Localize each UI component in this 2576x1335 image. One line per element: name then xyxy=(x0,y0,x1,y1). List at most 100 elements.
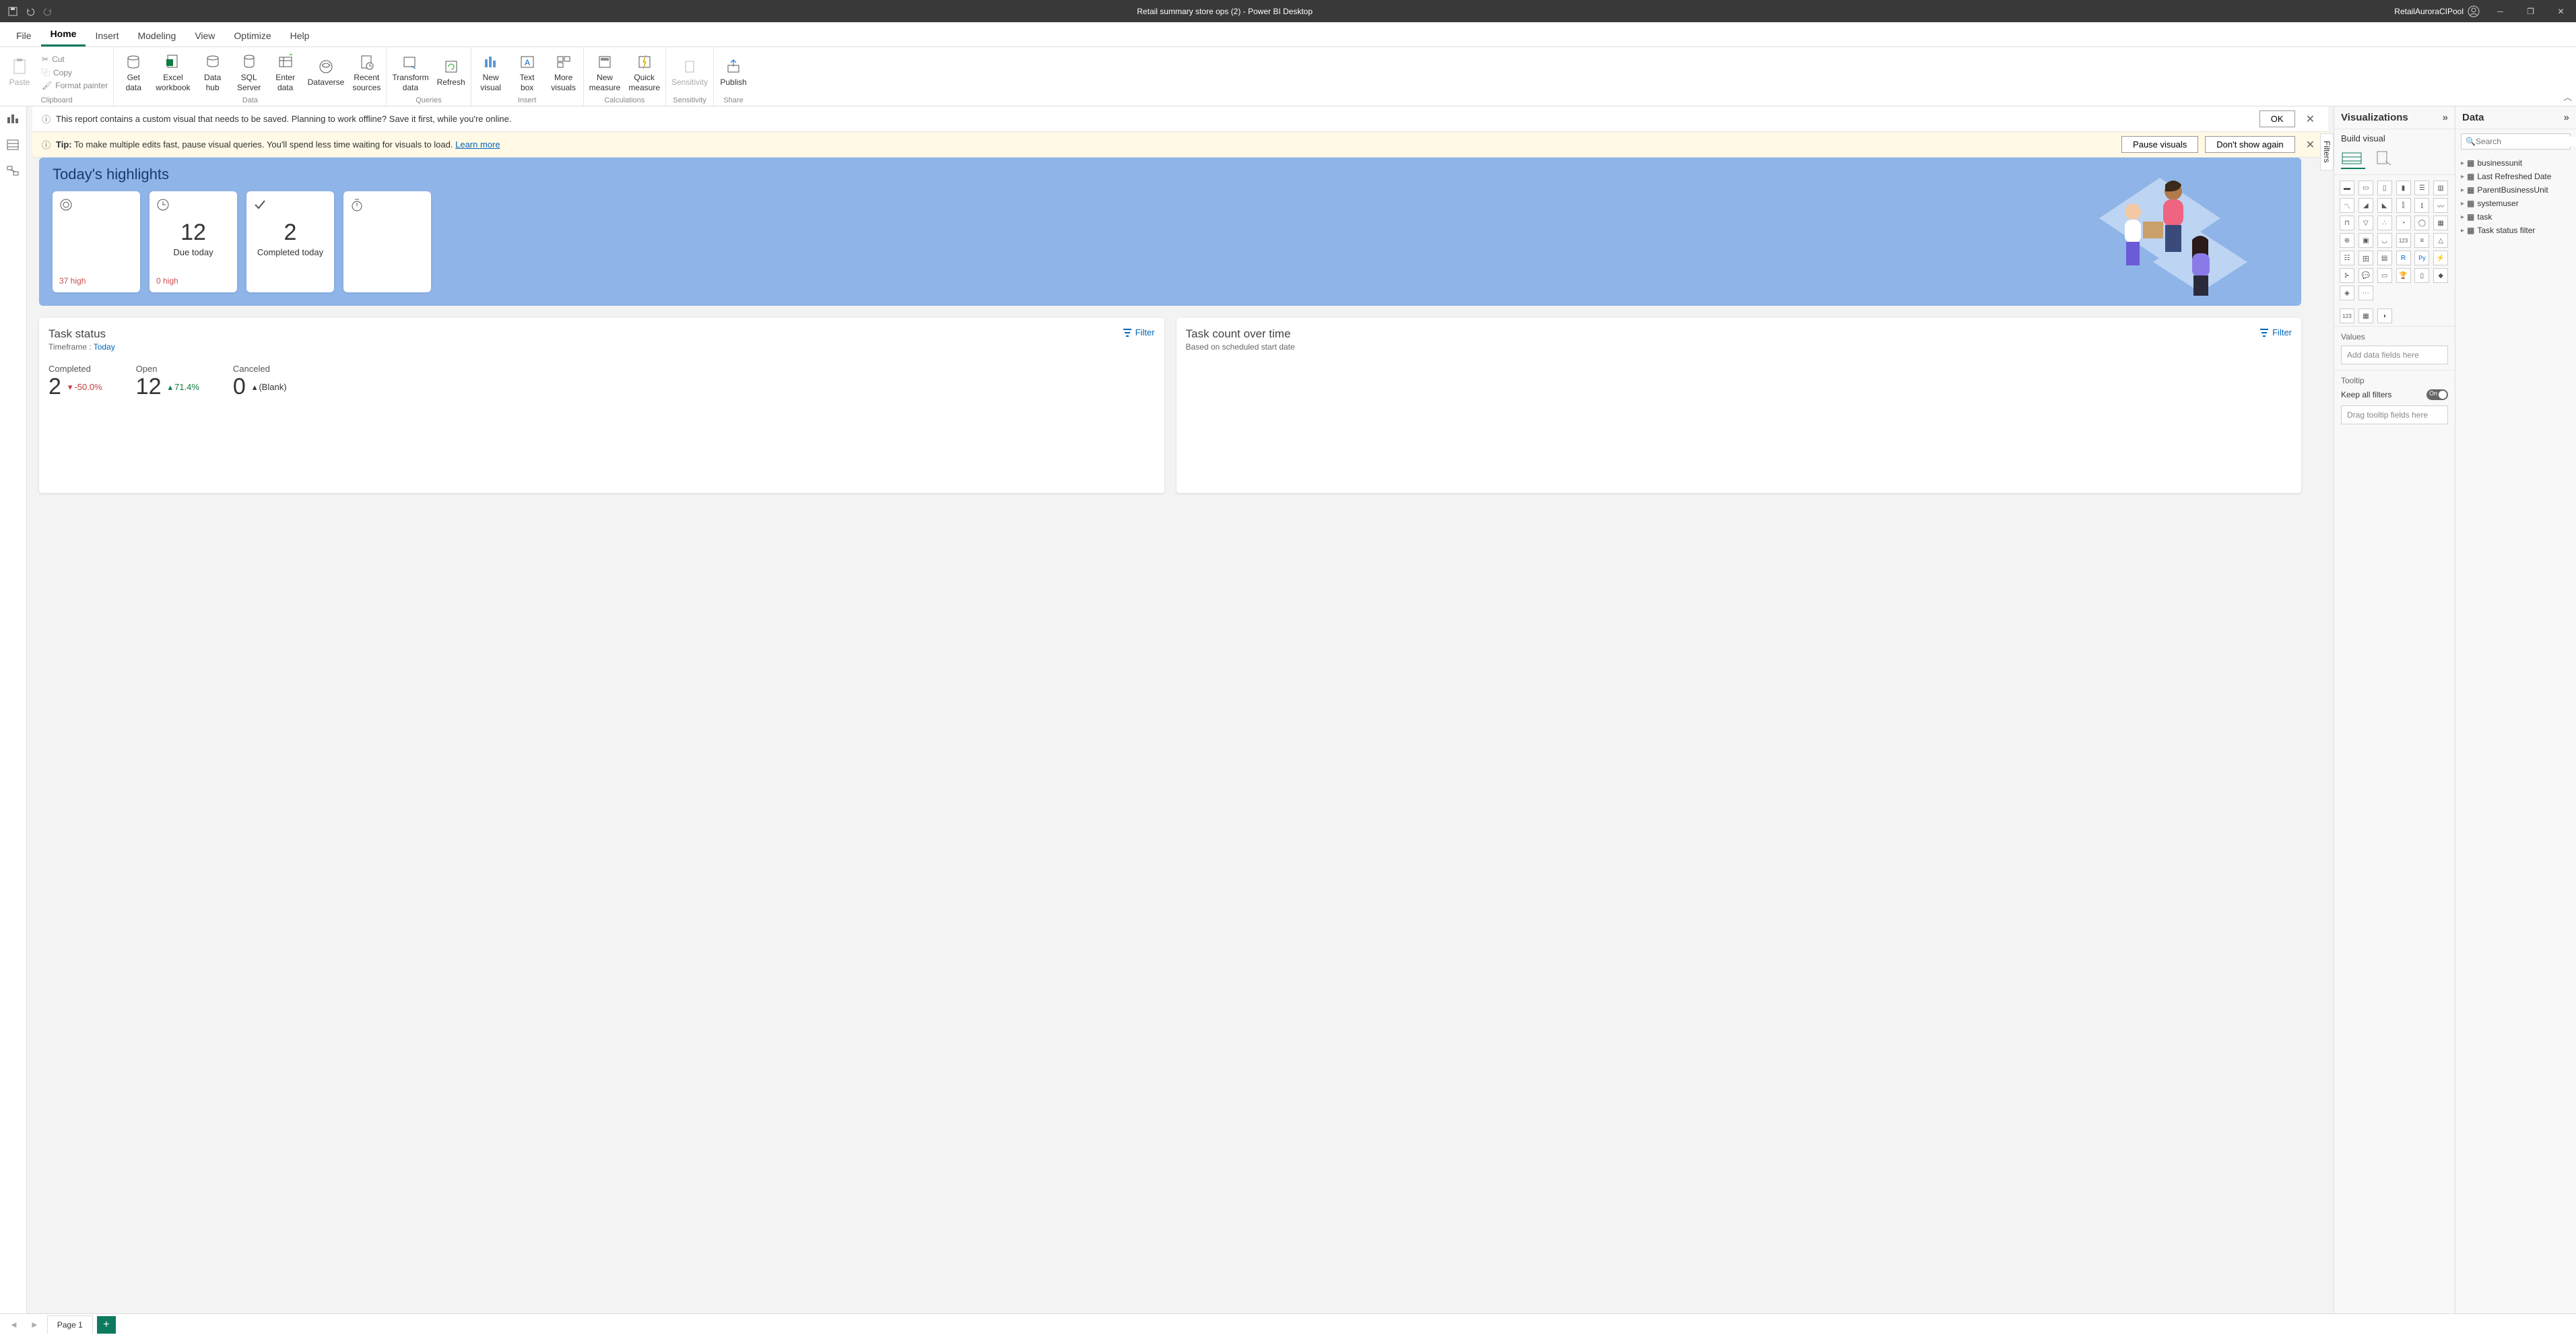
highlight-card[interactable]: 37 high xyxy=(53,191,140,292)
powerapps-icon[interactable]: ◆ xyxy=(2433,268,2448,283)
new-visual-button[interactable]: New visual xyxy=(477,53,505,92)
table-item[interactable]: ▸▦Task status filter xyxy=(2461,224,2571,237)
funnel-icon[interactable]: ▽ xyxy=(2358,216,2373,230)
refresh-button[interactable]: Refresh xyxy=(437,57,465,87)
stacked-column-icon[interactable]: ▯ xyxy=(2377,181,2392,195)
keep-filters-toggle[interactable]: On xyxy=(2426,389,2448,400)
collapse-ribbon-button[interactable]: ︿ xyxy=(2563,90,2572,103)
text-box-button[interactable]: AText box xyxy=(513,53,541,92)
report-canvas[interactable]: ⓘ This report contains a custom visual t… xyxy=(27,106,2334,1313)
add-page-button[interactable]: + xyxy=(97,1316,116,1334)
key-influencers-icon[interactable]: ⚡ xyxy=(2433,251,2448,265)
excel-button[interactable]: Excel workbook xyxy=(156,53,190,92)
goals-icon[interactable]: 🏆 xyxy=(2396,268,2411,283)
data-view-icon[interactable] xyxy=(7,139,20,152)
filter-button[interactable]: Filter xyxy=(2259,327,2292,337)
banner2-close-button[interactable]: ✕ xyxy=(2302,138,2319,152)
user-account[interactable]: RetailAuroraCIPool xyxy=(2389,5,2485,18)
tab-modeling[interactable]: Modeling xyxy=(128,25,185,46)
values-dropzone[interactable]: Add data fields here xyxy=(2341,346,2448,364)
maximize-button[interactable]: ❐ xyxy=(2515,0,2546,22)
dont-show-again-button[interactable]: Don't show again xyxy=(2205,136,2294,153)
map-icon[interactable]: ⊕ xyxy=(2340,233,2354,248)
table-item[interactable]: ▸▦ParentBusinessUnit xyxy=(2461,183,2571,197)
search-box[interactable]: 🔍 xyxy=(2461,133,2571,150)
scatter-icon[interactable]: ∴ xyxy=(2377,216,2392,230)
collapse-pane-icon[interactable]: » xyxy=(2443,112,2448,123)
minimize-button[interactable]: ─ xyxy=(2485,0,2515,22)
redo-icon[interactable] xyxy=(42,5,54,18)
highlight-card[interactable] xyxy=(343,191,431,292)
clustered-bar-icon[interactable]: ▭ xyxy=(2358,181,2373,195)
narrative-icon[interactable]: ▭ xyxy=(2377,268,2392,283)
r-visual-icon[interactable]: R xyxy=(2396,251,2411,265)
custom3-icon[interactable]: ◗ xyxy=(2377,308,2392,323)
100-stacked-bar-icon[interactable]: ☰ xyxy=(2414,181,2429,195)
transform-data-button[interactable]: Transform data xyxy=(392,53,428,92)
kpi-icon[interactable]: △ xyxy=(2433,233,2448,248)
quick-measure-button[interactable]: Quick measure xyxy=(628,53,660,92)
highlights-visual[interactable]: Today's highlights 37 high 12 Due today … xyxy=(39,158,2301,306)
tab-view[interactable]: View xyxy=(185,25,224,46)
dataverse-button[interactable]: Dataverse xyxy=(308,57,345,87)
table-item[interactable]: ▸▦Last Refreshed Date xyxy=(2461,170,2571,183)
format-visual-tab[interactable] xyxy=(2373,150,2398,169)
stacked-bar-icon[interactable]: ▬ xyxy=(2340,181,2354,195)
recent-sources-button[interactable]: Recent sources xyxy=(352,53,381,92)
multirow-card-icon[interactable]: ≡ xyxy=(2414,233,2429,248)
py-visual-icon[interactable]: Py xyxy=(2414,251,2429,265)
stacked-area-icon[interactable]: ◣ xyxy=(2377,198,2392,213)
matrix-icon[interactable]: ▤ xyxy=(2377,251,2392,265)
collapse-pane-icon[interactable]: » xyxy=(2564,112,2569,123)
clustered-column-icon[interactable]: ▮ xyxy=(2396,181,2411,195)
multikpi-icon[interactable]: 123 xyxy=(2340,308,2354,323)
sensitivity-button[interactable]: Sensitivity xyxy=(671,57,708,87)
100-stacked-column-icon[interactable]: ▥ xyxy=(2433,181,2448,195)
model-view-icon[interactable] xyxy=(7,166,20,179)
filled-map-icon[interactable]: ▣ xyxy=(2358,233,2373,248)
waterfall-icon[interactable]: ⊓ xyxy=(2340,216,2354,230)
qa-icon[interactable]: 💬 xyxy=(2358,268,2373,283)
table-icon[interactable]: 田 xyxy=(2358,251,2373,265)
undo-icon[interactable] xyxy=(24,5,36,18)
tab-help[interactable]: Help xyxy=(281,25,319,46)
table-item[interactable]: ▸▦systemuser xyxy=(2461,197,2571,210)
pie-icon[interactable]: ◔ xyxy=(2396,216,2411,230)
slicer-icon[interactable]: ☷ xyxy=(2340,251,2354,265)
format-painter-button[interactable]: 🖌Format painter xyxy=(42,79,108,92)
cut-button[interactable]: ✂Cut xyxy=(42,53,108,65)
paste-button[interactable]: Paste xyxy=(5,57,34,87)
line-column-icon[interactable]: ⫿ xyxy=(2396,198,2411,213)
data-hub-button[interactable]: Data hub xyxy=(199,53,227,92)
banner-close-button[interactable]: ✕ xyxy=(2302,112,2319,126)
gauge-icon[interactable]: ◡ xyxy=(2377,233,2392,248)
tab-optimize[interactable]: Optimize xyxy=(224,25,280,46)
banner-ok-button[interactable]: OK xyxy=(2259,110,2295,127)
area-chart-icon[interactable]: ◢ xyxy=(2358,198,2373,213)
highlight-card[interactable]: 12 Due today 0 high xyxy=(150,191,237,292)
close-button[interactable]: ✕ xyxy=(2546,0,2576,22)
tooltip-dropzone[interactable]: Drag tooltip fields here xyxy=(2341,405,2448,424)
page-prev-button[interactable]: ◄ xyxy=(5,1320,22,1330)
pause-visuals-button[interactable]: Pause visuals xyxy=(2121,136,2198,153)
more-visuals-button[interactable]: More visuals xyxy=(550,53,578,92)
page-tab[interactable]: Page 1 xyxy=(47,1315,93,1334)
paginated-icon[interactable]: ▯ xyxy=(2414,268,2429,283)
filter-button[interactable]: Filter xyxy=(1123,327,1155,337)
copy-button[interactable]: ⿻Copy xyxy=(42,65,108,79)
task-status-visual[interactable]: Task status Timeframe : Today Filter Com… xyxy=(39,318,1164,493)
line-chart-icon[interactable]: 〽 xyxy=(2340,198,2354,213)
task-count-visual[interactable]: Task count over time Based on scheduled … xyxy=(1177,318,2302,493)
highlight-card[interactable]: 2 Completed today xyxy=(246,191,334,292)
filters-pane-toggle[interactable]: Filters xyxy=(2320,133,2334,170)
report-view-icon[interactable] xyxy=(7,112,20,125)
treemap-icon[interactable]: ▦ xyxy=(2433,216,2448,230)
tab-home[interactable]: Home xyxy=(41,23,86,46)
get-data-button[interactable]: Get data xyxy=(119,53,147,92)
sql-server-button[interactable]: SQL Server xyxy=(235,53,263,92)
custom2-icon[interactable]: ▦ xyxy=(2358,308,2373,323)
ribbon-chart-icon[interactable]: 〰 xyxy=(2433,198,2448,213)
page-next-button[interactable]: ► xyxy=(26,1320,43,1330)
tab-insert[interactable]: Insert xyxy=(86,25,128,46)
decomposition-icon[interactable]: ⊱ xyxy=(2340,268,2354,283)
